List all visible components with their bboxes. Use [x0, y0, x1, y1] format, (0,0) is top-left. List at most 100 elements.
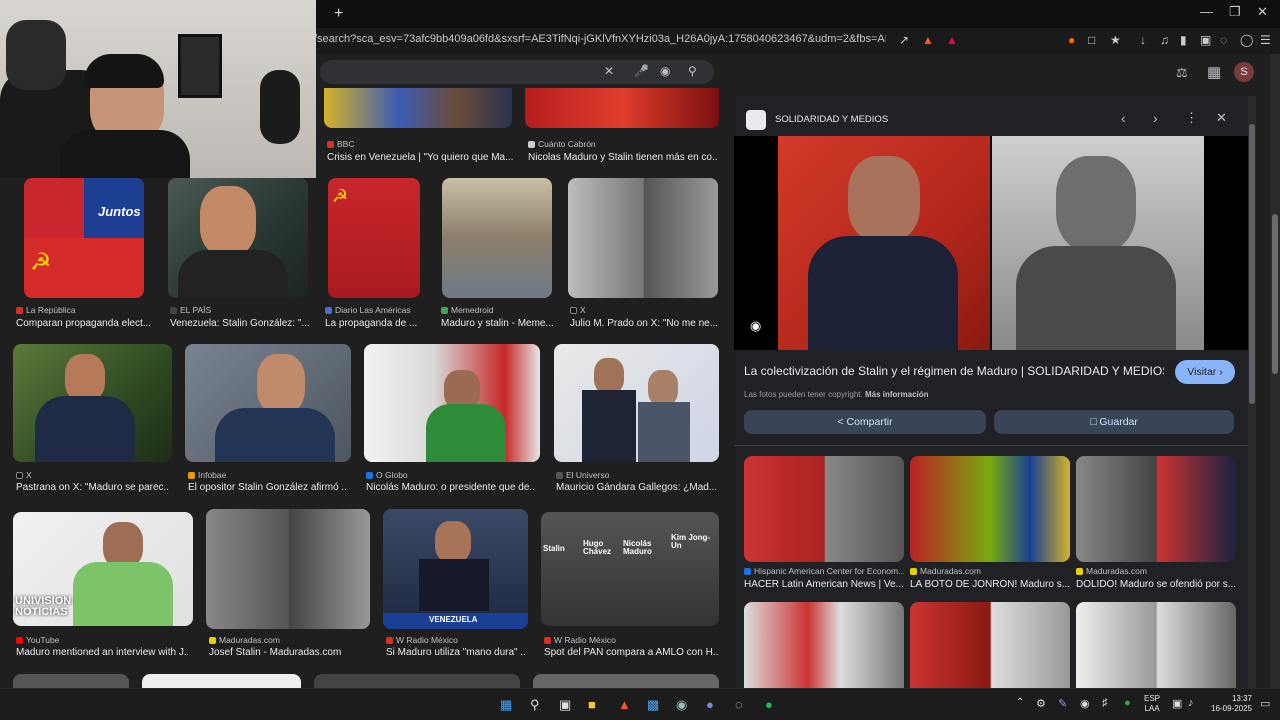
apps-grid-icon[interactable]: ▦: [1207, 63, 1221, 81]
sidebar-icon[interactable]: ▮: [1180, 33, 1187, 47]
result-source[interactable]: Maduradas.com: [209, 635, 369, 645]
share-button[interactable]: < Compartir: [744, 410, 986, 434]
result-source[interactable]: Memedroid: [441, 305, 556, 315]
result-source[interactable]: Infobae: [188, 470, 348, 480]
result-image-11[interactable]: [554, 344, 719, 462]
obs-icon[interactable]: ◌: [735, 697, 743, 712]
next-icon[interactable]: ›: [1153, 110, 1158, 126]
share-icon[interactable]: ↗: [899, 33, 909, 47]
result-caption[interactable]: Nicolás Maduro: o presidente que de...: [366, 482, 536, 493]
notifications-icon[interactable]: ▭: [1260, 697, 1270, 710]
related-source[interactable]: Hispanic American Center for Econom...: [744, 566, 904, 576]
result-image-3[interactable]: Juntos ☭: [24, 178, 144, 298]
page-scrollbar-thumb[interactable]: [1272, 214, 1278, 374]
result-caption[interactable]: Si Maduro utiliza "mano dura" ...: [386, 647, 526, 658]
result-image-17[interactable]: [142, 674, 301, 688]
tray-steam-icon[interactable]: ◉: [1080, 697, 1090, 710]
result-image-5[interactable]: ☭: [328, 178, 420, 298]
result-caption[interactable]: Comparan propaganda elect...: [16, 318, 156, 329]
result-source[interactable]: X: [16, 470, 166, 480]
result-image-1[interactable]: [324, 88, 512, 128]
tray-chevron-icon[interactable]: ⌃: [1016, 697, 1024, 708]
labs-icon[interactable]: ⚖: [1176, 65, 1188, 81]
result-caption[interactable]: Venezuela: Stalin González: "...: [170, 318, 310, 329]
search-icon[interactable]: ⚲: [688, 64, 697, 78]
vpn-icon[interactable]: ◌: [1220, 33, 1227, 47]
tray-icon[interactable]: ⚙: [1036, 697, 1046, 710]
keyboard-layout[interactable]: ESP LAA: [1144, 694, 1160, 714]
page-scrollbar[interactable]: [1270, 54, 1280, 688]
close-window-icon[interactable]: ✕: [1257, 4, 1268, 20]
result-image-15[interactable]: Stalin Hugo Chávez Nicolás Maduro Kim Jo…: [541, 512, 719, 626]
result-image-12[interactable]: UNIVISION NOTICIAS: [13, 512, 193, 626]
extension-icon[interactable]: ★: [1110, 33, 1121, 47]
panel-scrollbar[interactable]: [1248, 96, 1256, 688]
lens-icon[interactable]: ◉: [660, 64, 670, 78]
result-source[interactable]: X: [570, 305, 720, 315]
brave-shield-icon[interactable]: ▲: [922, 33, 934, 47]
result-image-7[interactable]: [568, 178, 718, 298]
steam-icon[interactable]: ◉: [676, 697, 687, 713]
volume-icon[interactable]: ♪: [1188, 697, 1194, 709]
maximize-icon[interactable]: ❐: [1229, 4, 1241, 20]
related-caption[interactable]: HACER Latin American News | Ve...: [744, 579, 904, 590]
headset-icon[interactable]: ♯: [1102, 697, 1108, 709]
result-source[interactable]: BBC: [327, 139, 507, 149]
result-caption[interactable]: Crisis en Venezuela | "Yo quiero que Ma.…: [327, 152, 513, 163]
related-caption[interactable]: LA BOTÓ DE JONRÓN! Maduro s...: [910, 579, 1070, 590]
search-icon[interactable]: ⚲: [530, 697, 540, 713]
result-caption[interactable]: Nicolas Maduro y Stalin tienen más en co…: [528, 152, 718, 163]
result-caption[interactable]: Julio M. Prado on X: "No me ne...: [570, 318, 718, 329]
extensions-icon[interactable]: □: [1088, 33, 1095, 47]
menu-icon[interactable]: ☰: [1260, 33, 1271, 47]
file-explorer-icon[interactable]: ■: [588, 697, 596, 712]
result-source[interactable]: El Universo: [556, 470, 716, 480]
result-image-8[interactable]: [13, 344, 172, 462]
result-caption[interactable]: Josef Stalin - Maduradas.com: [209, 647, 369, 658]
windows-start-icon[interactable]: ▦: [500, 697, 512, 713]
wallet-icon[interactable]: ▣: [1200, 33, 1211, 47]
result-image-19[interactable]: [533, 674, 719, 688]
visit-button[interactable]: Visitar ›: [1175, 360, 1235, 384]
extension-fire-icon[interactable]: ●: [1068, 33, 1075, 47]
result-image-18[interactable]: [314, 674, 520, 688]
spotify-icon[interactable]: ●: [765, 697, 773, 712]
result-caption[interactable]: La propaganda de ...: [325, 318, 425, 329]
result-source[interactable]: O Globo: [366, 470, 536, 480]
site-name[interactable]: SOLIDARIDAD Y MEDIOS: [775, 114, 888, 125]
related-image-3[interactable]: [1076, 456, 1236, 562]
related-source[interactable]: Maduradas.com: [1076, 566, 1236, 576]
photos-icon[interactable]: ▩: [647, 697, 659, 713]
result-image-9[interactable]: [185, 344, 351, 462]
result-source[interactable]: W Radio México: [544, 635, 719, 645]
panel-scrollbar-thumb[interactable]: [1249, 124, 1255, 404]
result-image-13[interactable]: [206, 509, 370, 629]
network-icon[interactable]: ▣: [1172, 697, 1182, 710]
close-panel-icon[interactable]: ✕: [1216, 110, 1227, 126]
mic-icon[interactable]: 🎤: [634, 64, 649, 78]
url-text[interactable]: /search?sca_esv=73afc9bb409a06fd&sxsrf=A…: [314, 33, 886, 45]
result-source[interactable]: W Radio México: [386, 635, 528, 645]
result-source[interactable]: Diario Las Américas: [325, 305, 425, 315]
result-caption[interactable]: Pastrana on X: "Maduro se parec...: [16, 482, 170, 493]
brave-rewards-icon[interactable]: ▲: [946, 33, 958, 47]
prev-icon[interactable]: ‹: [1121, 110, 1126, 126]
minimize-icon[interactable]: —: [1200, 4, 1213, 19]
result-caption[interactable]: El opositor Stalin González afirmó ...: [188, 482, 348, 493]
result-caption[interactable]: Maduro y stalin - Meme...: [441, 318, 556, 329]
tray-pen-icon[interactable]: ✎: [1058, 697, 1067, 710]
related-image-5[interactable]: [910, 602, 1070, 688]
task-view-icon[interactable]: ▣: [559, 697, 571, 713]
search-input[interactable]: ✕ 🎤 ◉ ⚲: [320, 60, 714, 84]
save-button[interactable]: □ Guardar: [994, 410, 1234, 434]
result-image-10[interactable]: [364, 344, 540, 462]
avatar[interactable]: S: [1234, 62, 1254, 82]
clock[interactable]: 13:37 16-09-2025: [1208, 694, 1252, 714]
downloads-icon[interactable]: ↓: [1140, 33, 1146, 47]
result-caption[interactable]: Spot del PAN compara a AMLO con H...: [544, 647, 718, 658]
related-image-6[interactable]: [1076, 602, 1236, 688]
result-caption[interactable]: Mauricio Gándara Gallegos: ¿Mad...: [556, 482, 716, 493]
preview-image[interactable]: ◉: [734, 136, 1248, 350]
shield-icon[interactable]: ◯: [1240, 33, 1253, 47]
result-caption[interactable]: Maduro mentioned an interview with J...: [16, 647, 188, 658]
